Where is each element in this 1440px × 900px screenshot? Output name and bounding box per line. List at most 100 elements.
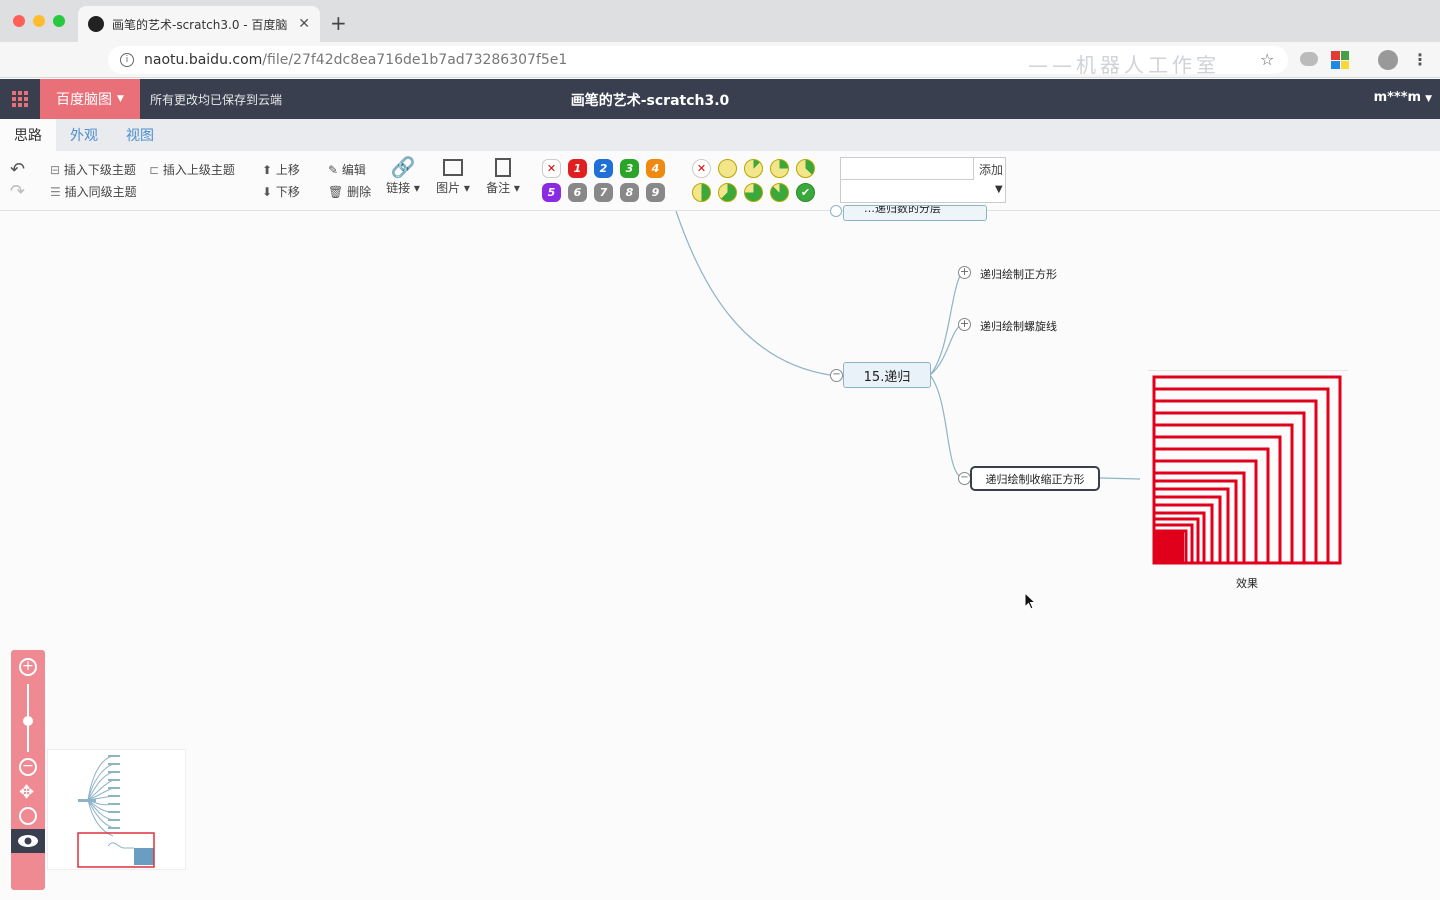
mindmap-node-selected[interactable]: 递归绘制收缩正方形 [970, 466, 1100, 491]
trash-icon: 🗑 [328, 185, 348, 199]
expand-plus-icon[interactable]: + [958, 318, 971, 331]
priority-3-icon[interactable]: 3 [620, 159, 639, 178]
move-up-label: 上移 [275, 163, 300, 177]
extension-colorful-icon[interactable] [1331, 51, 1349, 69]
move-up-button[interactable]: ⬆ 上移 [262, 161, 300, 178]
remove-progress-icon[interactable]: ✕ [692, 159, 711, 178]
edit-button[interactable]: ✎ 编辑 [328, 161, 366, 178]
bookmark-star-icon[interactable]: ☆ [1260, 50, 1274, 69]
tab-appearance[interactable]: 外观 [56, 119, 112, 151]
delete-label: 删除 [347, 185, 372, 199]
progress-5-icon[interactable] [718, 183, 737, 202]
toolbar: ↶ ↷ ⊟ 插入下级主题 ⊏ 插入上级主题 ☰ 插入同级主题 ⬆ 上移 ⬇ 下移… [0, 151, 1440, 211]
resource-dropdown-icon[interactable]: ▼ [995, 184, 1003, 195]
image-button[interactable]: 图片 ▾ [434, 155, 472, 196]
site-favicon-icon [88, 16, 104, 32]
user-menu[interactable]: m***m ▼ [1374, 90, 1432, 105]
progress-3-icon[interactable] [796, 159, 815, 178]
eye-icon [18, 835, 38, 847]
feature-tabs: 思路 外观 视图 [0, 119, 1440, 151]
close-window-icon[interactable] [13, 15, 25, 27]
add-resource-button[interactable]: 添加 [979, 161, 1003, 178]
insert-parent-button[interactable]: ⊏ 插入上级主题 [149, 161, 235, 178]
edit-pencil-icon: ✎ [328, 163, 342, 177]
tab-ideas[interactable]: 思路 [0, 119, 56, 151]
selected-node-label: 递归绘制收缩正方形 [985, 472, 1085, 486]
redo-icon[interactable]: ↷ [10, 181, 25, 202]
move-down-button[interactable]: ⬇ 下移 [262, 183, 300, 200]
browser-menu-icon[interactable]: ⋮ [1412, 50, 1428, 69]
progress-1-icon[interactable] [744, 159, 763, 178]
mindmap-node-main[interactable]: 15.递归 [843, 362, 931, 388]
insert-child-label: 插入下级主题 [63, 163, 136, 177]
collapse-toggle-icon[interactable] [830, 205, 842, 217]
image-picture-icon [434, 155, 472, 179]
insert-sibling-button[interactable]: ☰ 插入同级主题 [50, 183, 137, 200]
url-host: naotu.baidu.com [144, 52, 263, 68]
progress-4-icon[interactable] [692, 183, 711, 202]
undo-icon[interactable]: ↶ [10, 159, 25, 180]
priority-1-icon[interactable]: 1 [568, 159, 587, 178]
insert-parent-label: 插入上级主题 [162, 163, 235, 177]
progress-7-icon[interactable] [770, 183, 789, 202]
priority-8-icon[interactable]: 8 [620, 183, 639, 202]
link-chain-icon: 🔗 [390, 155, 416, 179]
pan-move-icon[interactable]: ✥ [19, 782, 34, 803]
new-tab-icon[interactable]: + [330, 11, 347, 35]
note-label: 备注 [486, 181, 511, 195]
priority-5-icon[interactable]: 5 [542, 183, 561, 202]
collapse-minus-icon[interactable]: − [830, 369, 843, 382]
url-field[interactable]: i naotu.baidu.com/file/27f42dc8ea716de1b… [108, 46, 1288, 77]
priority-9-icon[interactable]: 9 [646, 183, 665, 202]
mindmap-canvas[interactable]: …递归数的分层 15.递归 − + 递归绘制正方形 + 递归绘制螺旋线 − 递归… [0, 205, 1440, 900]
zoom-in-icon[interactable]: + [19, 658, 37, 676]
mindmap-node-child[interactable]: 递归绘制正方形 [980, 266, 1057, 282]
watermark-text: ——机器人工作室 [1028, 53, 1220, 77]
user-name: m***m [1373, 90, 1422, 105]
mouse-cursor-icon [1024, 592, 1037, 610]
minimize-window-icon[interactable] [33, 15, 45, 27]
minimap-preview [77, 755, 155, 868]
progress-6-icon[interactable] [744, 183, 763, 202]
mindmap-node-child[interactable]: 递归绘制螺旋线 [980, 318, 1057, 334]
tab-view[interactable]: 视图 [112, 119, 168, 151]
progress-0-icon[interactable] [718, 159, 737, 178]
browser-tab[interactable]: 画笔的艺术-scratch3.0 - 百度脑 ✕ [78, 6, 320, 42]
zoom-out-icon[interactable]: − [19, 758, 37, 776]
navigator-toggle[interactable] [11, 829, 45, 853]
insert-sibling-icon: ☰ [50, 185, 65, 199]
resource-input[interactable] [841, 158, 974, 180]
insert-child-icon: ⊟ [50, 163, 64, 177]
priority-6-icon[interactable]: 6 [568, 183, 587, 202]
progress-done-icon[interactable]: ✔ [796, 183, 815, 202]
priority-2-icon[interactable]: 2 [594, 159, 613, 178]
tab-close-icon[interactable]: ✕ [298, 16, 310, 32]
link-button[interactable]: 🔗 链接 ▾ [384, 155, 422, 196]
mindmap-node[interactable]: …递归数的分层 [843, 205, 987, 221]
move-down-label: 下移 [275, 185, 300, 199]
insert-child-button[interactable]: ⊟ 插入下级主题 [50, 161, 136, 178]
center-locate-icon[interactable] [19, 807, 37, 825]
expand-plus-icon[interactable]: + [958, 266, 971, 279]
priority-7-icon[interactable]: 7 [594, 183, 613, 202]
node-label: …递归数的分层 [864, 205, 941, 215]
image-label: 图片 [436, 181, 461, 195]
delete-button[interactable]: 🗑 删除 [328, 183, 371, 200]
main-node-label: 15.递归 [863, 369, 911, 385]
app-header: 百度脑图 ▼ 所有更改均已保存到云端 画笔的艺术-scratch3.0 m***m… [0, 79, 1440, 119]
image-caption: 效果 [1236, 577, 1258, 590]
maximize-window-icon[interactable] [53, 15, 65, 27]
info-icon[interactable]: i [120, 53, 134, 67]
priority-4-icon[interactable]: 4 [646, 159, 665, 178]
zoom-slider-handle[interactable] [23, 716, 33, 726]
remove-priority-icon[interactable]: ✕ [542, 159, 561, 178]
progress-2-icon[interactable] [770, 159, 789, 178]
extension-cloud-icon[interactable] [1300, 52, 1318, 66]
shrinking-squares-image [1152, 375, 1342, 565]
image-divider [1148, 370, 1348, 371]
minimap[interactable] [47, 749, 186, 870]
link-label: 链接 [386, 181, 411, 195]
note-button[interactable]: 备注 ▾ [484, 155, 522, 196]
insert-sibling-label: 插入同级主题 [64, 185, 137, 199]
profile-avatar[interactable] [1378, 50, 1398, 70]
